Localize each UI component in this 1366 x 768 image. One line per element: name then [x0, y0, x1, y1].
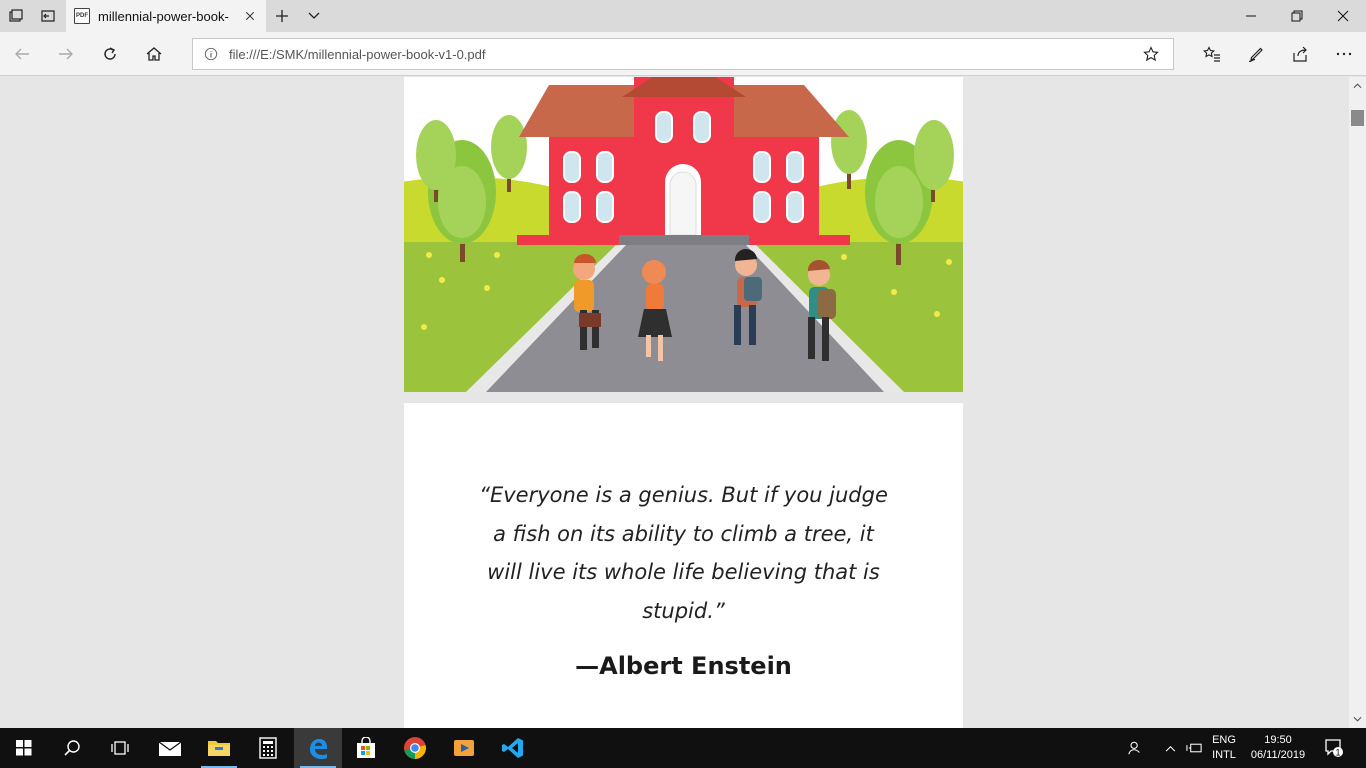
show-hidden-icons-chevron-icon[interactable] [1160, 728, 1180, 768]
restore-button[interactable] [1274, 0, 1320, 32]
scroll-thumb[interactable] [1351, 110, 1364, 126]
mail-icon[interactable] [146, 728, 194, 768]
task-view-icon[interactable] [96, 728, 144, 768]
navigation-bar: file:///E:/SMK/millennial-power-book-v1-… [0, 32, 1366, 76]
calculator-icon[interactable] [244, 728, 292, 768]
school-illustration [404, 77, 963, 392]
home-icon[interactable] [132, 36, 176, 72]
school-building [517, 77, 850, 245]
store-icon[interactable] [342, 728, 390, 768]
quote-page: “Everyone is a genius. But if you judge … [404, 403, 963, 728]
clock-date: 06/11/2019 [1250, 749, 1306, 761]
clock-time: 19:50 [1264, 734, 1292, 746]
favorite-star-icon[interactable] [1129, 39, 1173, 69]
media-player-icon[interactable] [440, 728, 488, 768]
language-line-1: ENG [1212, 734, 1236, 746]
site-info-icon[interactable] [193, 39, 229, 69]
close-button[interactable] [1320, 0, 1366, 32]
quote-author: —Albert Enstein [575, 652, 792, 680]
address-bar[interactable]: file:///E:/SMK/millennial-power-book-v1-… [192, 38, 1174, 70]
tab-active[interactable]: PDF millennial-power-book- [66, 0, 266, 32]
new-tab-icon[interactable] [266, 0, 298, 32]
language-indicator[interactable]: ENG INTL [1207, 728, 1241, 768]
set-tabs-aside-icon[interactable] [32, 0, 64, 32]
tab-actions-icon[interactable] [0, 0, 32, 32]
language-line-2: INTL [1212, 749, 1236, 761]
tab-preview-chevron-icon[interactable] [298, 0, 330, 32]
search-icon[interactable] [48, 728, 96, 768]
tab-title: millennial-power-book- [98, 8, 229, 24]
quote-text: “Everyone is a genius. But if you judge … [479, 483, 888, 623]
tab-close-icon[interactable] [242, 8, 258, 24]
pdf-viewer[interactable]: “Everyone is a genius. But if you judge … [0, 77, 1366, 728]
edge-icon[interactable] [294, 728, 342, 768]
title-bar: PDF millennial-power-book- [0, 0, 1366, 32]
favorites-hub-icon[interactable] [1190, 36, 1234, 72]
chrome-icon[interactable] [391, 728, 439, 768]
vscode-icon[interactable] [489, 728, 537, 768]
scroll-up-icon[interactable] [1349, 79, 1366, 93]
scroll-down-icon[interactable] [1349, 712, 1366, 726]
share-icon[interactable] [1278, 36, 1322, 72]
people-icon[interactable] [1122, 728, 1148, 768]
file-explorer-icon[interactable] [195, 728, 243, 768]
battery-power-icon[interactable] [1183, 728, 1205, 768]
clock[interactable]: 19:50 06/11/2019 [1244, 728, 1312, 768]
taskbar: ENG INTL 19:50 06/11/2019 1 [0, 728, 1366, 768]
more-options-icon[interactable] [1322, 36, 1366, 72]
notification-count: 1 [1335, 748, 1340, 758]
minimize-button[interactable] [1228, 0, 1274, 32]
start-icon[interactable] [0, 728, 48, 768]
vertical-scrollbar[interactable] [1349, 77, 1366, 728]
add-notes-icon[interactable] [1234, 36, 1278, 72]
back-icon[interactable] [0, 36, 44, 72]
pdf-icon: PDF [74, 8, 90, 24]
refresh-icon[interactable] [88, 36, 132, 72]
forward-icon[interactable] [44, 36, 88, 72]
address-url[interactable]: file:///E:/SMK/millennial-power-book-v1-… [229, 47, 1129, 62]
notification-center-icon[interactable]: 1 [1320, 728, 1348, 768]
